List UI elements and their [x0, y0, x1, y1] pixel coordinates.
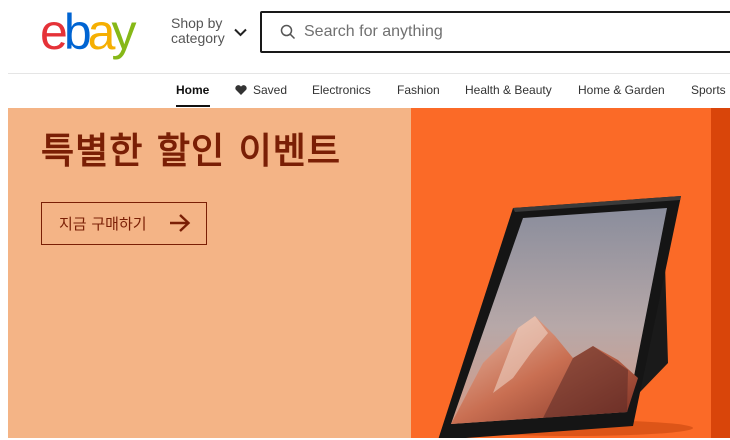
shop-now-button[interactable]: 지금 구매하기 — [41, 202, 207, 245]
nav-item-home[interactable]: Home — [176, 83, 209, 97]
search-box — [260, 11, 730, 53]
banner-edge-strip — [711, 108, 730, 438]
nav-item-saved[interactable]: Saved — [235, 83, 287, 97]
nav-item-fashion[interactable]: Fashion — [397, 83, 440, 97]
search-icon — [280, 24, 296, 40]
chevron-down-icon[interactable] — [233, 25, 248, 40]
shop-by-category-button[interactable]: Shop by category — [171, 16, 225, 46]
nav-item-health-beauty[interactable]: Health & Beauty — [465, 83, 552, 97]
active-tab-underline — [176, 105, 210, 107]
arrow-right-icon — [170, 214, 191, 232]
shop-by-category-line1: Shop by — [171, 15, 223, 31]
ebay-logo[interactable]: ebay — [40, 4, 136, 60]
nav-item-home-garden[interactable]: Home & Garden — [578, 83, 665, 97]
logo-letter-a: a — [87, 4, 116, 60]
shop-by-category-line2: category — [171, 30, 225, 46]
promo-banner[interactable]: 특별한 할인 이벤트 지금 구매하기 — [8, 108, 730, 438]
heart-icon — [235, 85, 247, 95]
tablet-product-image — [438, 196, 693, 438]
logo-letter-y: y — [111, 4, 136, 60]
category-nav: Home Saved Electronics Fashion Health & … — [0, 74, 730, 108]
site-header: ebay Shop by category — [0, 0, 730, 74]
nav-item-sports[interactable]: Sports — [691, 83, 726, 97]
nav-item-electronics[interactable]: Electronics — [312, 83, 371, 97]
logo-letter-b: b — [63, 4, 92, 60]
banner-title: 특별한 할인 이벤트 — [41, 131, 342, 172]
shop-now-label: 지금 구매하기 — [59, 215, 147, 233]
logo-letter-e: e — [40, 4, 68, 60]
search-input[interactable] — [302, 13, 722, 51]
nav-item-saved-label: Saved — [253, 83, 288, 97]
